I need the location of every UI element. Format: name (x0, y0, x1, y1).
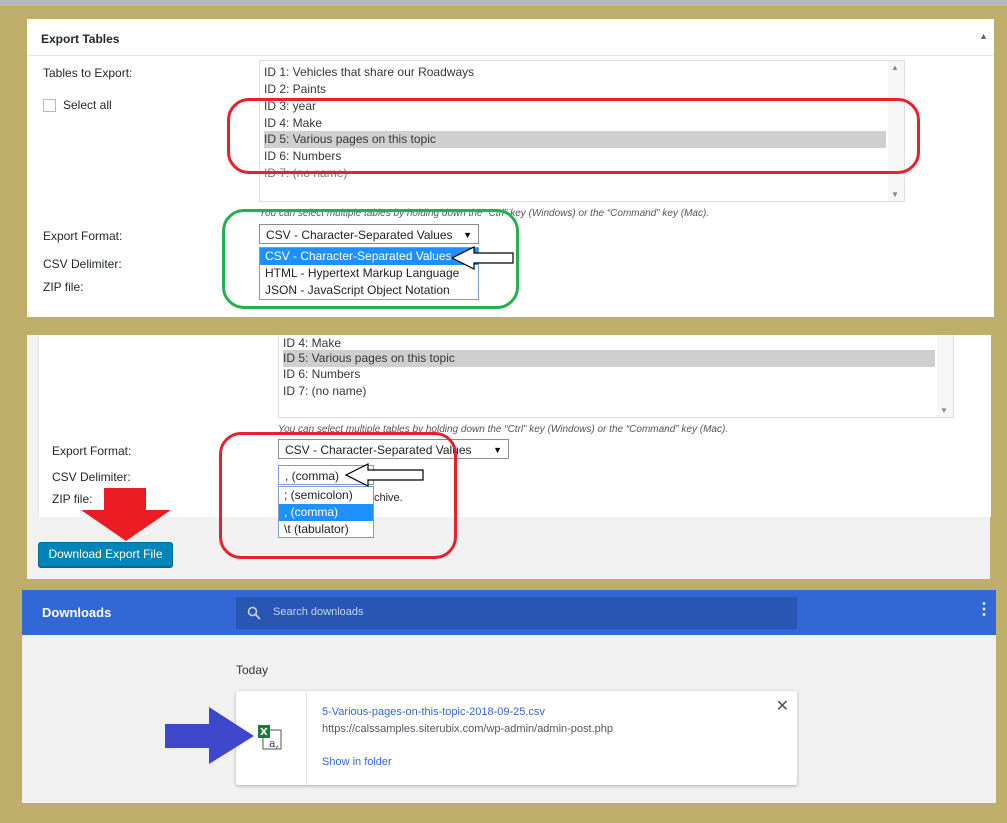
export-format-label: Export Format: (52, 444, 132, 458)
svg-text:X: X (260, 727, 268, 738)
white-arrow-icon (344, 463, 424, 487)
csv-delimiter-label: CSV Delimiter: (43, 257, 122, 271)
table-option[interactable]: ID 7: (no name) (283, 383, 933, 400)
dropdown-caret-icon: ▼ (493, 445, 502, 455)
table-option[interactable]: ID 2: Paints (264, 81, 884, 98)
section-today: Today (236, 663, 269, 677)
collapse-icon[interactable]: ▲ (979, 31, 988, 41)
select-all-label: Select all (63, 98, 112, 112)
close-icon[interactable]: ✕ (776, 696, 789, 716)
csv-file-icon[interactable]: X a, (257, 723, 283, 751)
select-all-checkbox[interactable] (43, 99, 56, 112)
tables-to-export-label: Tables to Export: (43, 66, 133, 80)
panel-header: Export Tables ▲ (27, 19, 994, 56)
search-downloads-box[interactable]: Search downloads (236, 597, 797, 629)
listbox-scrollbar[interactable]: ▼ (937, 335, 953, 417)
table-option[interactable]: ID 6: Numbers (283, 366, 933, 383)
csv-delimiter-label: CSV Delimiter: (52, 470, 131, 484)
panel-title: Export Tables (41, 32, 120, 46)
download-export-file-button[interactable]: Download Export File (38, 542, 173, 567)
downloads-header: Downloads Search downloads ⋮ (22, 590, 996, 635)
blue-right-arrow-icon (165, 707, 254, 764)
export-format-label: Export Format: (43, 229, 123, 243)
table-option[interactable]: ID 1: Vehicles that share our Roadways (264, 64, 884, 81)
tables-listbox-scrolled[interactable]: ID 4: Make ID 5: Various pages on this t… (278, 335, 954, 418)
file-name-link[interactable]: 5-Various-pages-on-this-topic-2018-09-25… (322, 706, 545, 718)
file-source-url: https://calssamples.siterubix.com/wp-adm… (322, 723, 614, 735)
scroll-down-icon[interactable]: ▼ (891, 190, 899, 199)
downloads-title: Downloads (42, 605, 112, 620)
more-menu-icon[interactable]: ⋮ (976, 602, 992, 618)
download-item-card: X a, 5-Various-pages-on-this-topic-2018-… (236, 691, 797, 785)
zip-file-label: ZIP file: (43, 280, 84, 294)
red-down-arrow-icon (81, 488, 171, 541)
scroll-up-icon[interactable]: ▲ (891, 63, 899, 72)
red-highlight-ring (219, 432, 457, 559)
svg-text:a,: a, (269, 737, 279, 750)
search-input[interactable]: Search downloads (273, 606, 364, 618)
search-icon (247, 606, 261, 620)
scroll-down-icon[interactable]: ▼ (940, 406, 948, 415)
table-option-selected[interactable]: ID 5: Various pages on this topic (283, 350, 935, 367)
window-top-border (0, 0, 1007, 6)
white-arrow-icon (450, 246, 514, 270)
show-in-folder-link[interactable]: Show in folder (322, 756, 392, 768)
red-highlight-ring (227, 98, 920, 174)
